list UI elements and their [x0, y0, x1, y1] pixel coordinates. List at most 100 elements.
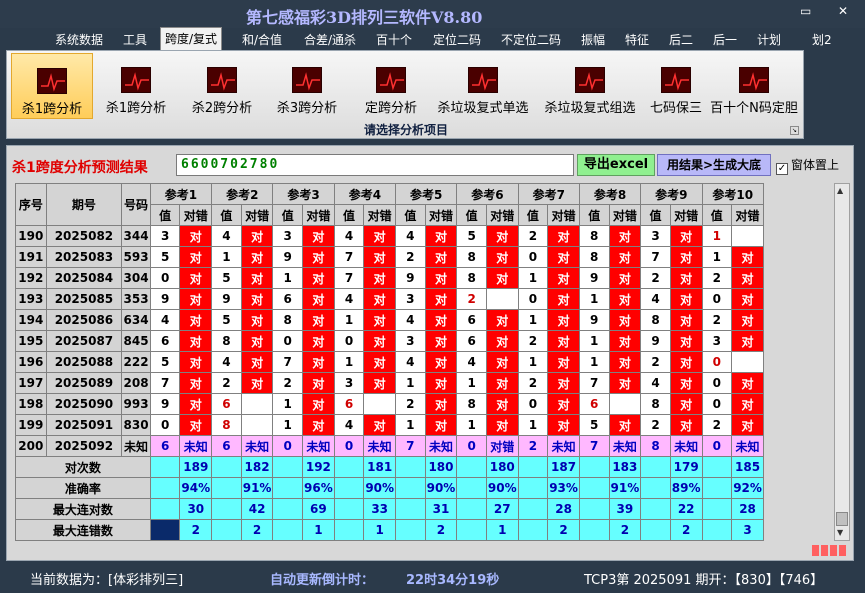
ribbon-kill1-span[interactable]: 杀1跨分析: [11, 53, 93, 119]
stat-empty: [517, 519, 549, 541]
row-issue: 2025091: [45, 414, 123, 436]
cell-result: 对: [731, 393, 764, 415]
cell-result: 对: [608, 225, 642, 247]
stat-empty: [149, 498, 181, 520]
pred-issue: 2025092: [45, 435, 123, 457]
ribbon-n-code-dan[interactable]: 百十个N码定胆: [708, 53, 800, 119]
checkbox-label: 窗体置上: [791, 158, 840, 172]
ribbon-label: 杀1跨分析: [105, 101, 167, 116]
menu-hundreds[interactable]: 百十个: [372, 29, 416, 49]
cell-value: 1: [517, 309, 549, 331]
ribbon-kill1-span-b[interactable]: 杀1跨分析: [99, 53, 173, 119]
cell-value: 9: [640, 330, 671, 352]
stat-empty: [395, 519, 426, 541]
cell-result: 对: [547, 225, 580, 247]
cell-value: 0: [701, 351, 733, 373]
col-value: 值: [149, 204, 181, 226]
cell-result: 对: [485, 309, 519, 331]
restore-icon[interactable]: ▭: [800, 4, 811, 18]
window-title: 第七感福彩3D排列三软件V8.80: [246, 8, 483, 27]
stat-value: 22: [669, 498, 703, 520]
cell-value: 3: [272, 225, 304, 247]
table-row: 199 2025091 830 0 对 8 1 对 4 对 1 对 1 对 1 对 5 对 2 对 2 对: [15, 414, 764, 436]
cell-value: 4: [640, 288, 671, 310]
menu-tools[interactable]: 工具: [119, 29, 151, 49]
cell-value: 3: [701, 330, 733, 352]
stat-value: 33: [363, 498, 397, 520]
menu-pos-2[interactable]: 定位二码: [429, 29, 485, 49]
col-ref: 参考1: [149, 183, 213, 205]
cell-value: 1: [395, 414, 426, 436]
menu-nonpos-2[interactable]: 不定位二码: [497, 29, 565, 49]
scroll-thumb[interactable]: [836, 512, 848, 526]
ribbon-fixed-span[interactable]: 定跨分析: [354, 53, 428, 119]
table-row: 193 2025085 353 9 对 9 对 6 对 4 对 3 对 2 0 对 1 对 4 对 0 对: [15, 288, 764, 310]
stat-empty: [211, 498, 242, 520]
cell-value: 4: [395, 351, 426, 373]
cell-result: 对: [179, 246, 213, 268]
row-seq: 198: [15, 393, 47, 415]
close-icon[interactable]: ✕: [838, 4, 848, 18]
row-number: 353: [121, 288, 151, 310]
cell-result: 对: [608, 351, 642, 373]
scroll-up-icon[interactable]: ▲: [837, 186, 843, 195]
cell-result: 对: [240, 309, 274, 331]
menu-feature[interactable]: 特征: [621, 29, 653, 49]
checkbox-box[interactable]: ✓: [776, 163, 788, 175]
ribbon-kill2-span[interactable]: 杀2跨分析: [185, 53, 259, 119]
tcp-draw-info: TCP3第 2025091 期开：【830】【746】: [584, 573, 824, 588]
cell-value: 8: [211, 330, 242, 352]
stat-value: 1: [363, 519, 397, 541]
menu-last-2[interactable]: 后二: [665, 29, 697, 49]
menu-plan[interactable]: 计划: [753, 29, 785, 49]
menu-sum[interactable]: 和/合值: [238, 29, 286, 49]
cell-value: 9: [272, 246, 304, 268]
menu-system-data[interactable]: 系统数据: [51, 29, 107, 49]
cell-value: 1: [456, 414, 487, 436]
menu-span-complex[interactable]: 跨度/复式: [160, 27, 223, 50]
cell-result: 对: [547, 267, 580, 289]
stat-row: 最大连对数 30 42 69 33 31 27 28 39 22 28: [15, 498, 764, 520]
scroll-down-icon[interactable]: ▼: [837, 528, 843, 537]
generate-base-button[interactable]: 用结果>生成大底: [657, 154, 771, 176]
cell-result: 对: [608, 414, 642, 436]
cell-result: 对: [302, 351, 335, 373]
stat-value: 27: [485, 498, 519, 520]
ribbon-junk-group[interactable]: 杀垃圾复式组选: [538, 53, 642, 119]
menu-last-1[interactable]: 后一: [709, 29, 741, 49]
result-field[interactable]: 6600702780: [176, 154, 574, 176]
cell-value: 0: [149, 414, 181, 436]
stat-empty: [149, 519, 181, 541]
vertical-scrollbar[interactable]: ▲ ▼: [834, 183, 850, 541]
ribbon-kill3-span[interactable]: 杀3跨分析: [270, 53, 344, 119]
row-number: 845: [121, 330, 151, 352]
export-excel-button[interactable]: 导出excel: [577, 154, 655, 176]
ribbon-expand-icon[interactable]: ↘: [790, 126, 799, 135]
stat-value: 90%: [424, 477, 458, 499]
row-seq: 196: [15, 351, 47, 373]
stat-empty: [517, 456, 549, 478]
table-row: 198 2025090 993 9 对 6 1 对 6 2 对 8 对 0 对 6 8 对 0 对: [15, 393, 764, 415]
menu-amplitude[interactable]: 振幅: [577, 29, 609, 49]
row-number: 830: [121, 414, 151, 436]
cell-value: 1: [701, 225, 733, 247]
stat-value: 94%: [179, 477, 213, 499]
cell-result: 对: [179, 372, 213, 394]
ribbon-junk-single[interactable]: 杀垃圾复式单选: [431, 53, 535, 119]
table-row: 196 2025088 222 5 对 4 对 7 对 1 对 4 对 4 对 1 对 1 对 2 对 0: [15, 351, 764, 373]
ribbon-caption: 请选择分析项目: [363, 123, 448, 137]
menu-plan-2[interactable]: 划2: [808, 29, 836, 49]
col-issue: 期号: [45, 183, 123, 226]
ribbon-seven-keep-three[interactable]: 七码保三: [644, 53, 708, 119]
menu-diff-kill[interactable]: 合差/通杀: [300, 29, 360, 49]
chart-icon: [575, 67, 605, 93]
cell-value: 1: [517, 414, 549, 436]
cell-value: 2: [640, 267, 671, 289]
row-issue: 2025082: [45, 225, 123, 247]
stay-on-top-checkbox[interactable]: ✓ 窗体置上: [776, 156, 839, 175]
menu-bar: 系统数据 工具 跨度/复式 和/合值 合差/通杀 百十个 定位二码 不定位二码 …: [0, 26, 865, 50]
pred-result: 未知: [179, 435, 213, 457]
row-number: 634: [121, 309, 151, 331]
cell-value: 2: [640, 351, 671, 373]
col-result: 对错: [424, 204, 458, 226]
